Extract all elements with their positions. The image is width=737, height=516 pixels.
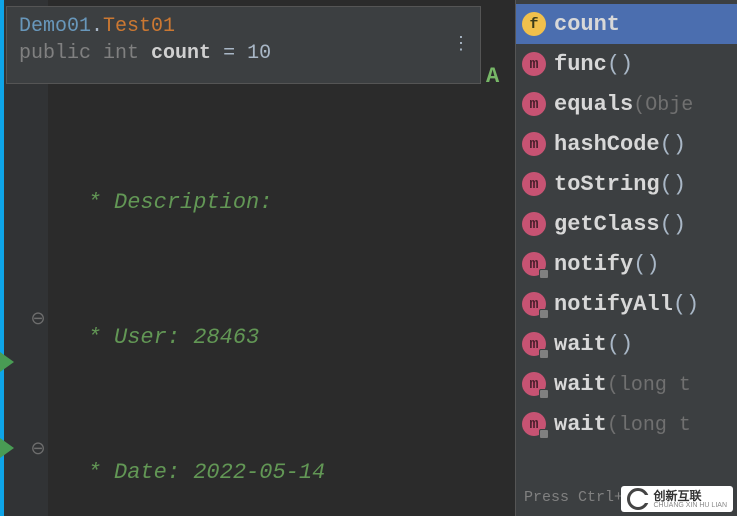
method-icon: m [522,172,546,196]
completion-popup[interactable]: fcountmfunc()mequals(ObjemhashCode()mtoS… [515,0,737,516]
fold-toggle[interactable]: ⊖ [30,438,46,460]
watermark: 创新互联 CHUANG XIN HU LIAN [621,486,733,512]
completion-item[interactable]: m notify() [516,244,737,284]
more-actions-icon[interactable]: ⋮ [452,36,470,54]
completion-item[interactable]: m wait() [516,324,737,364]
fold-toggle[interactable]: ⊖ [30,308,46,330]
tooltip-signature: public int count = 10 [19,42,468,65]
lock-icon [539,309,549,319]
method-icon: m [522,92,546,116]
completion-label: notifyAll() [554,292,699,317]
method-icon: m [522,52,546,76]
lock-icon [539,389,549,399]
completion-item[interactable]: fcount [516,4,737,44]
completion-item[interactable]: m notifyAll() [516,284,737,324]
lock-icon [539,269,549,279]
method-icon: m [522,252,546,276]
completion-item[interactable]: m func() [516,44,737,84]
tooltip-title: Demo01.Test01 [19,15,468,38]
run-gutter-icon[interactable] [0,352,14,372]
lock-icon [539,349,549,359]
completion-label: getClass() [554,212,686,237]
watermark-brand: 创新互联 [653,490,727,502]
watermark-logo-icon [627,488,649,510]
method-icon: m [522,412,546,436]
field-icon: f [522,12,546,36]
quick-doc-tooltip: Demo01.Test01 public int count = 10 ⋮ [6,6,481,84]
completion-item[interactable]: m getClass() [516,204,737,244]
completion-label: equals(Obje [554,92,693,117]
completion-item[interactable]: m equals(Obje [516,84,737,124]
completion-item[interactable]: m wait(long t [516,404,737,444]
method-icon: m [522,292,546,316]
inline-hint: A [486,64,499,89]
method-icon: m [522,332,546,356]
run-gutter-icon[interactable] [0,438,14,458]
method-icon: m [522,132,546,156]
completion-label: toString() [554,172,686,197]
completion-label: func() [554,52,633,77]
completion-label: notify() [554,252,660,277]
completion-item[interactable]: m hashCode() [516,124,737,164]
completion-label: hashCode() [554,132,686,157]
method-icon: m [522,372,546,396]
method-icon: m [522,212,546,236]
completion-item[interactable]: m wait(long t [516,364,737,404]
lock-icon [539,429,549,439]
completion-label: wait() [554,332,633,357]
completion-label: wait(long t [554,412,691,437]
completion-label: count [554,12,620,37]
watermark-sub: CHUANG XIN HU LIAN [653,502,727,509]
completion-label: wait(long t [554,372,691,397]
completion-item[interactable]: m toString() [516,164,737,204]
